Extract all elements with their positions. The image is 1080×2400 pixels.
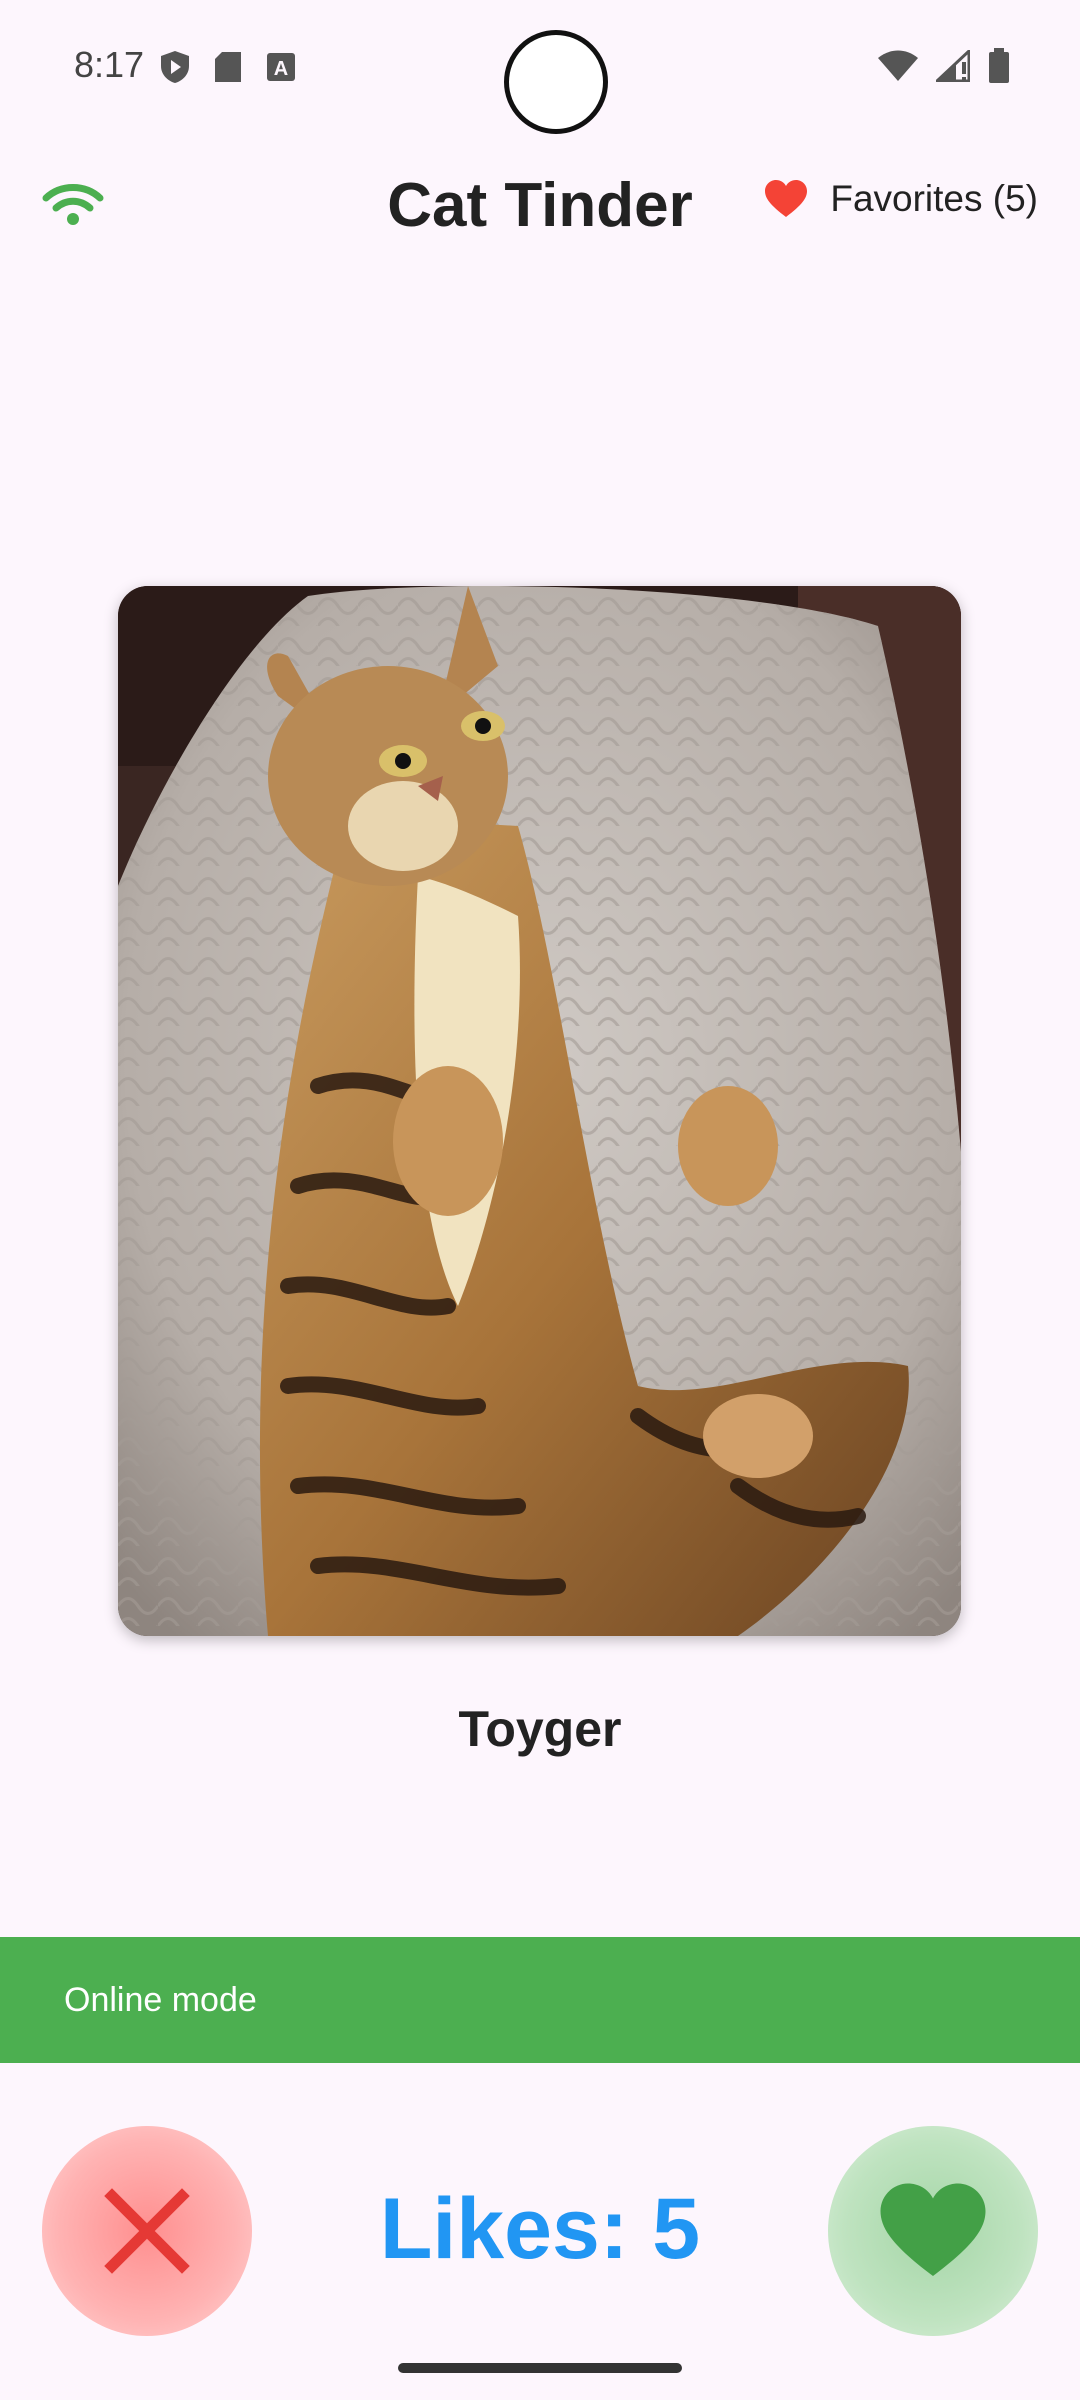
app-bar: Cat Tinder Favorites (5) bbox=[0, 140, 1080, 270]
wifi-signal-icon bbox=[878, 50, 918, 81]
shield-play-icon bbox=[161, 51, 189, 83]
sd-card-icon bbox=[215, 52, 241, 82]
status-bar: 8:17 A bbox=[0, 0, 1080, 134]
heart-icon bbox=[880, 2183, 986, 2276]
svg-text:A: A bbox=[274, 58, 288, 80]
status-icons-left: A bbox=[160, 50, 296, 84]
heart-icon bbox=[765, 180, 808, 217]
status-icons-right bbox=[878, 48, 1010, 84]
online-mode-banner: Online mode bbox=[0, 1937, 1080, 2063]
online-mode-label: Online mode bbox=[64, 1981, 257, 2019]
cat-breed-name: Toyger bbox=[458, 1701, 622, 1757]
battery-icon bbox=[989, 48, 1009, 83]
camera-cutout bbox=[504, 30, 608, 134]
font-a-icon: A bbox=[267, 53, 295, 81]
like-button[interactable] bbox=[828, 2126, 1038, 2336]
cat-photo[interactable] bbox=[118, 586, 961, 1636]
home-indicator[interactable] bbox=[398, 2363, 682, 2373]
favorites-button[interactable]: Favorites (5) bbox=[764, 178, 1038, 220]
cell-signal-icon bbox=[936, 50, 970, 82]
status-time: 8:17 bbox=[74, 44, 145, 85]
favorites-label: Favorites (5) bbox=[830, 178, 1038, 219]
cat-photo-image bbox=[118, 586, 961, 1636]
